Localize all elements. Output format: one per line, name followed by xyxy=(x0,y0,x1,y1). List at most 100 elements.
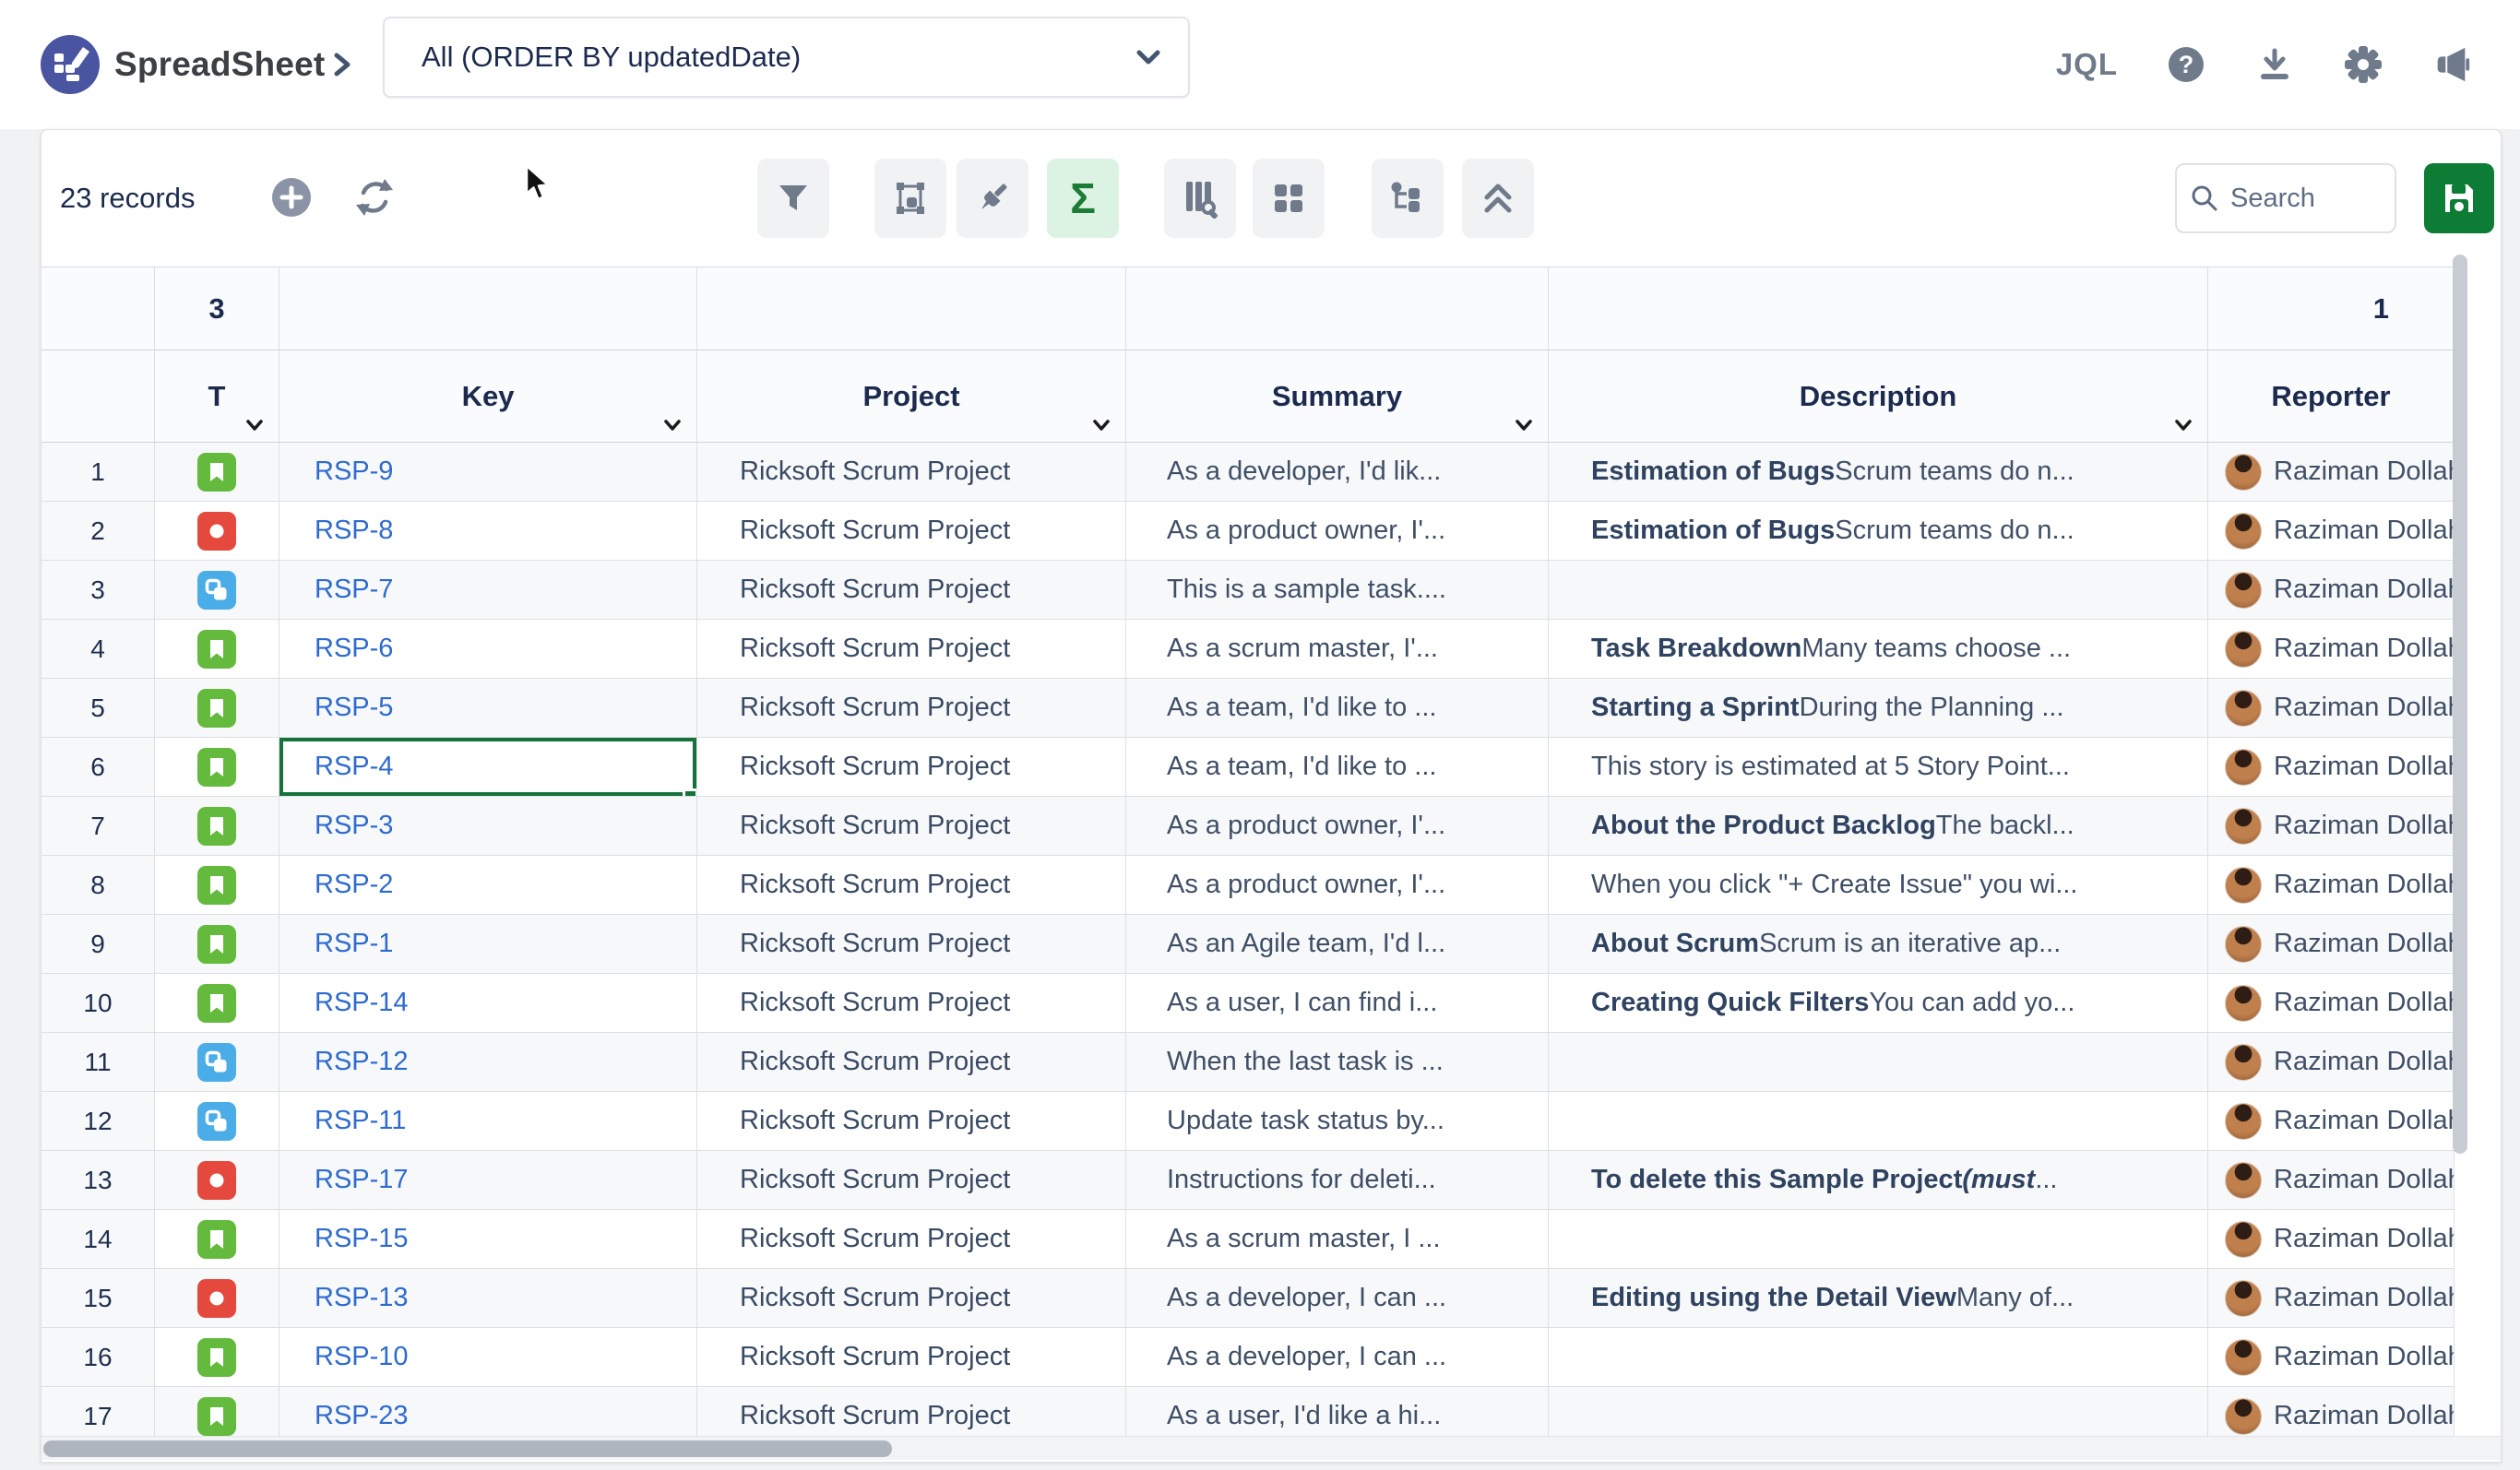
project-cell[interactable]: Ricksoft Scrum Project xyxy=(697,679,1126,738)
issue-type-cell[interactable] xyxy=(155,856,279,915)
issue-key-cell[interactable]: RSP-12 xyxy=(279,1033,697,1092)
sort-chevron-icon[interactable] xyxy=(1090,416,1112,434)
issue-key-cell[interactable]: RSP-3 xyxy=(279,797,697,856)
issue-key-cell[interactable]: RSP-9 xyxy=(279,443,697,502)
reporter-cell[interactable]: Raziman Dollah xyxy=(2208,1210,2455,1269)
description-cell[interactable]: To delete this Sample Project (must ... xyxy=(1549,1151,2208,1210)
issue-key-cell[interactable]: RSP-23 xyxy=(279,1387,697,1436)
issue-key-link[interactable]: RSP-3 xyxy=(315,811,393,841)
issue-key-cell[interactable]: RSP-17 xyxy=(279,1151,697,1210)
issue-key-link[interactable]: RSP-11 xyxy=(315,1106,406,1136)
column-settings-button[interactable] xyxy=(1164,159,1236,238)
summary-type-count-cell[interactable]: 3 xyxy=(155,267,279,350)
column-header-description[interactable]: Description xyxy=(1549,350,2208,443)
summary-cell[interactable]: As a product owner, I'... xyxy=(1126,797,1549,856)
download-button[interactable] xyxy=(2254,44,2295,85)
description-cell[interactable]: Editing using the Detail View Many of... xyxy=(1549,1269,2208,1328)
issue-key-cell[interactable]: RSP-14 xyxy=(279,974,697,1033)
paintbrush-button[interactable] xyxy=(957,159,1028,238)
issue-type-cell[interactable] xyxy=(155,1328,279,1387)
selection-fill-handle[interactable] xyxy=(683,788,697,797)
issue-key-link[interactable]: RSP-17 xyxy=(315,1165,409,1195)
reporter-cell[interactable]: Raziman Dollah xyxy=(2208,797,2455,856)
row-number-cell[interactable]: 13 xyxy=(42,1151,155,1210)
issue-key-cell[interactable]: RSP-15 xyxy=(279,1210,697,1269)
description-cell[interactable] xyxy=(1549,561,2208,620)
row-number-cell[interactable]: 17 xyxy=(42,1387,155,1436)
summary-cell[interactable]: Instructions for deleti... xyxy=(1126,1151,1549,1210)
issue-key-link[interactable]: RSP-5 xyxy=(315,693,393,723)
project-cell[interactable]: Ricksoft Scrum Project xyxy=(697,1328,1126,1387)
summary-cell[interactable]: As a product owner, I'... xyxy=(1126,856,1549,915)
description-cell[interactable] xyxy=(1549,1033,2208,1092)
row-number-cell[interactable]: 8 xyxy=(42,856,155,915)
issue-key-link[interactable]: RSP-7 xyxy=(315,575,393,605)
issue-type-cell[interactable] xyxy=(155,915,279,974)
reporter-cell[interactable]: Raziman Dollah xyxy=(2208,443,2455,502)
description-cell[interactable] xyxy=(1549,1387,2208,1436)
row-number-cell[interactable]: 14 xyxy=(42,1210,155,1269)
jql-button[interactable]: JQL xyxy=(2056,47,2118,82)
reporter-cell[interactable]: Raziman Dollah xyxy=(2208,738,2455,797)
description-cell[interactable] xyxy=(1549,1092,2208,1151)
project-cell[interactable]: Ricksoft Scrum Project xyxy=(697,856,1126,915)
issue-type-cell[interactable] xyxy=(155,797,279,856)
description-cell[interactable]: Estimation of Bugs Scrum teams do n... xyxy=(1549,502,2208,561)
row-number-cell[interactable]: 12 xyxy=(42,1092,155,1151)
row-number-cell[interactable]: 10 xyxy=(42,974,155,1033)
issue-type-cell[interactable] xyxy=(155,561,279,620)
description-cell[interactable]: Starting a Sprint During the Planning ..… xyxy=(1549,679,2208,738)
saved-filter-dropdown[interactable]: All (ORDER BY updatedDate) xyxy=(383,17,1190,98)
project-cell[interactable]: Ricksoft Scrum Project xyxy=(697,502,1126,561)
row-number-cell[interactable]: 5 xyxy=(42,679,155,738)
reporter-cell[interactable]: Raziman Dollah xyxy=(2208,679,2455,738)
summary-empty-cell[interactable] xyxy=(697,267,1126,350)
summary-cell[interactable]: As a product owner, I'... xyxy=(1126,502,1549,561)
issue-key-link[interactable]: RSP-4 xyxy=(315,752,393,782)
summary-cell[interactable]: As a developer, I can ... xyxy=(1126,1269,1549,1328)
summary-empty-cell[interactable] xyxy=(279,267,697,350)
issue-type-cell[interactable] xyxy=(155,1092,279,1151)
search-input[interactable] xyxy=(2229,183,2367,215)
project-cell[interactable]: Ricksoft Scrum Project xyxy=(697,1033,1126,1092)
issue-key-link[interactable]: RSP-2 xyxy=(315,870,393,900)
horizontal-scrollbar[interactable] xyxy=(43,1440,892,1457)
row-number-cell[interactable]: 6 xyxy=(42,738,155,797)
reporter-cell[interactable]: Raziman Dollah xyxy=(2208,620,2455,679)
summary-cell[interactable]: As a scrum master, I'... xyxy=(1126,620,1549,679)
column-header-key[interactable]: Key xyxy=(279,350,697,443)
sum-sigma-button[interactable]: Σ xyxy=(1047,159,1119,238)
summary-reporter-count-cell[interactable]: 1 xyxy=(2208,267,2455,350)
issue-key-link[interactable]: RSP-6 xyxy=(315,634,393,664)
column-header-project[interactable]: Project xyxy=(697,350,1126,443)
issue-key-link[interactable]: RSP-8 xyxy=(315,516,393,546)
summary-cell[interactable]: Update task status by... xyxy=(1126,1092,1549,1151)
issue-key-cell[interactable]: RSP-6 xyxy=(279,620,697,679)
project-cell[interactable]: Ricksoft Scrum Project xyxy=(697,915,1126,974)
issue-key-cell[interactable]: RSP-8 xyxy=(279,502,697,561)
reporter-cell[interactable]: Raziman Dollah xyxy=(2208,1328,2455,1387)
summary-cell[interactable]: As a team, I'd like to ... xyxy=(1126,738,1549,797)
summary-empty-cell[interactable] xyxy=(1549,267,2208,350)
hierarchy-button[interactable] xyxy=(1372,159,1444,238)
reporter-cell[interactable]: Raziman Dollah xyxy=(2208,561,2455,620)
issue-type-cell[interactable] xyxy=(155,443,279,502)
issue-key-link[interactable]: RSP-1 xyxy=(315,929,393,959)
project-cell[interactable]: Ricksoft Scrum Project xyxy=(697,1387,1126,1436)
issue-key-cell[interactable]: RSP-1 xyxy=(279,915,697,974)
reporter-cell[interactable]: Raziman Dollah xyxy=(2208,974,2455,1033)
card-view-button[interactable] xyxy=(1253,159,1325,238)
issue-key-cell[interactable]: RSP-5 xyxy=(279,679,697,738)
issue-key-link[interactable]: RSP-10 xyxy=(315,1342,409,1372)
issue-type-cell[interactable] xyxy=(155,620,279,679)
sort-chevron-icon[interactable] xyxy=(1513,416,1535,434)
project-cell[interactable]: Ricksoft Scrum Project xyxy=(697,620,1126,679)
reporter-cell[interactable]: Raziman Dollah xyxy=(2208,856,2455,915)
reporter-cell[interactable]: Raziman Dollah xyxy=(2208,1033,2455,1092)
description-cell[interactable]: This story is estimated at 5 Story Point… xyxy=(1549,738,2208,797)
summary-empty-cell[interactable] xyxy=(42,267,155,350)
description-cell[interactable] xyxy=(1549,1328,2208,1387)
summary-cell[interactable]: As a scrum master, I ... xyxy=(1126,1210,1549,1269)
column-header-reporter[interactable]: Reporter xyxy=(2208,350,2455,443)
row-number-cell[interactable]: 1 xyxy=(42,443,155,502)
